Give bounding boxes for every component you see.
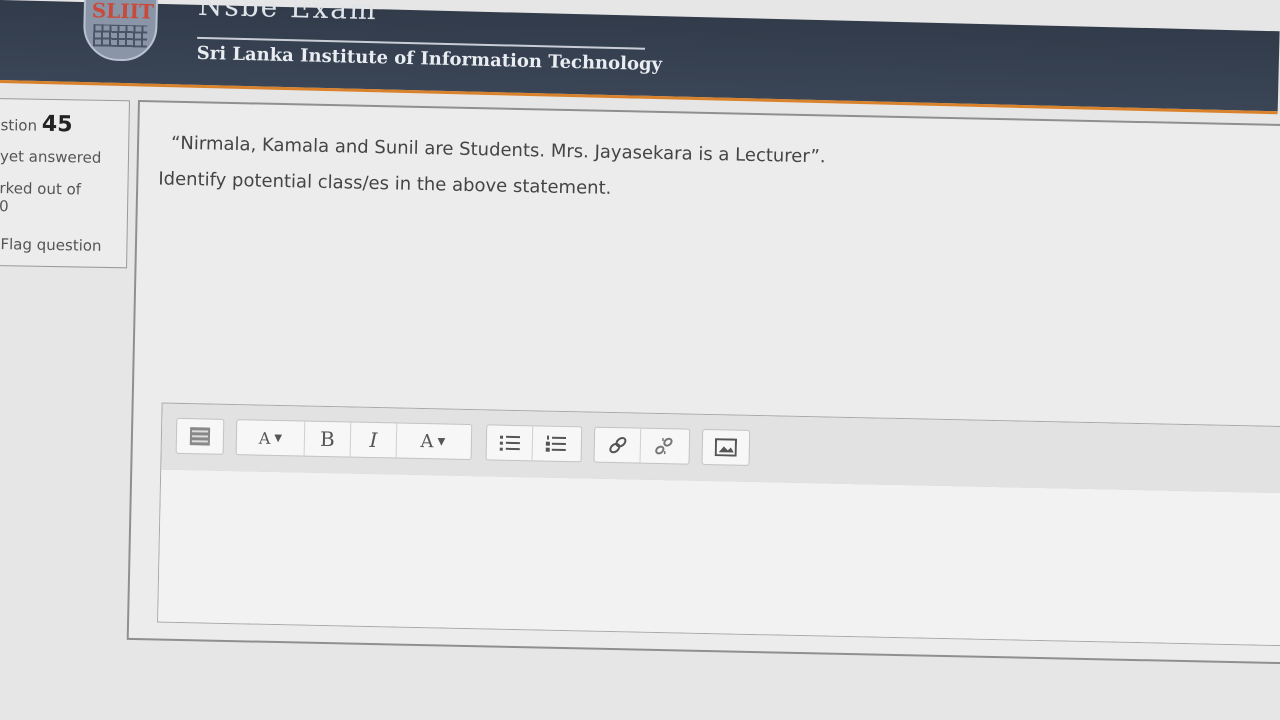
question-marks: rked out of 0 xyxy=(0,179,81,216)
answer-text-area[interactable] xyxy=(158,469,1280,646)
unlink-button[interactable] xyxy=(641,429,688,464)
link-icon xyxy=(608,437,626,454)
image-icon xyxy=(714,438,738,457)
question-status: yet answered xyxy=(0,147,102,167)
toolbar-group-format: A ▼ B I A ▼ xyxy=(235,419,473,461)
flag-question-link[interactable]: Flag question xyxy=(0,235,101,255)
link-button[interactable] xyxy=(594,427,642,463)
question-text-line1: “Nirmala, Kamala and Sunil are Students.… xyxy=(170,132,826,168)
sliit-logo[interactable]: SLIIT xyxy=(82,0,159,62)
question-info-panel: stion 45 yet answered rked out of 0 Flag… xyxy=(0,98,130,269)
italic-button[interactable]: I xyxy=(350,422,398,458)
question-label: stion xyxy=(0,116,38,135)
bullet-list-icon xyxy=(499,435,520,451)
toolbar-group-links xyxy=(593,426,691,465)
toolbar-group-toggle xyxy=(175,417,225,455)
bold-button[interactable]: B xyxy=(304,421,352,457)
bullet-list-button[interactable] xyxy=(486,425,534,461)
toolbar-toggle-icon xyxy=(189,427,211,446)
numbered-list-button[interactable] xyxy=(533,426,580,461)
toolbar-group-lists xyxy=(485,424,583,463)
bold-icon: B xyxy=(319,426,336,452)
logo-text: SLIIT xyxy=(91,0,155,24)
toolbar-group-media xyxy=(701,428,751,466)
question-number-label: stion 45 xyxy=(0,111,73,138)
text-color-caret-icon: ▼ xyxy=(437,435,446,448)
answer-editor: A ▼ B I A ▼ xyxy=(157,402,1280,647)
site-header: SLIIT Nsbe Exam Sri Lanka Institute of I… xyxy=(0,0,1280,115)
image-button[interactable] xyxy=(703,430,750,465)
text-color-button[interactable]: A ▼ xyxy=(397,424,470,460)
font-size-button[interactable]: A ▼ xyxy=(236,420,306,456)
italic-icon: I xyxy=(369,427,378,453)
text-color-icon: A xyxy=(420,430,434,452)
toolbar-toggle-button[interactable] xyxy=(177,419,224,454)
question-text-line2: Identify potential class/es in the above… xyxy=(158,168,612,199)
font-size-caret-icon: ▼ xyxy=(274,432,283,444)
logo-crest xyxy=(92,24,148,48)
marks-value: 0 xyxy=(0,197,9,216)
header-brand: Nsbe Exam xyxy=(197,0,379,27)
numbered-list-icon xyxy=(545,435,567,452)
marks-label: rked out of xyxy=(0,179,82,199)
unlink-icon xyxy=(655,437,673,455)
question-content-panel: “Nirmala, Kamala and Sunil are Students.… xyxy=(126,100,1280,665)
font-size-icon: A xyxy=(258,428,271,448)
question-number: 45 xyxy=(41,111,73,138)
